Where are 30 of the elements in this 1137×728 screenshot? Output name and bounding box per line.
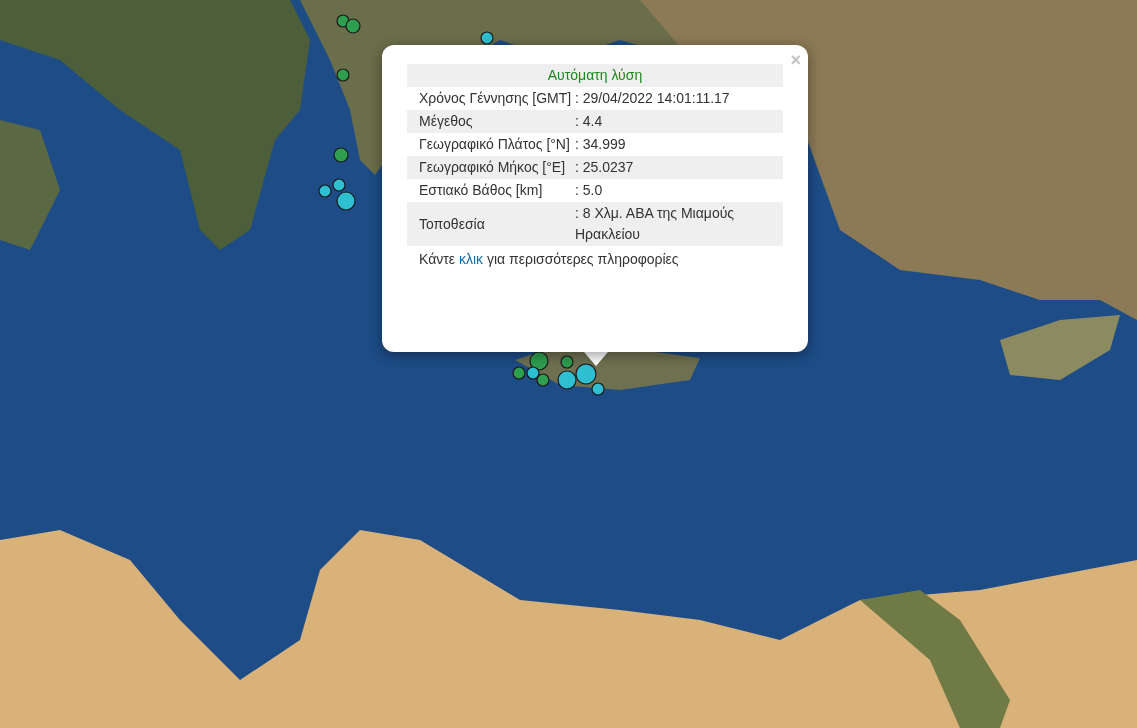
more-info-link[interactable]: κλικ bbox=[458, 251, 484, 267]
earthquake-marker[interactable] bbox=[575, 363, 597, 385]
field-label: Γεωγραφικό Πλάτος [°N] bbox=[407, 133, 575, 156]
earthquake-marker[interactable] bbox=[557, 370, 577, 390]
earthquake-marker[interactable] bbox=[560, 355, 574, 369]
earthquake-marker[interactable] bbox=[336, 191, 356, 211]
field-label: Τοποθεσία bbox=[407, 202, 575, 246]
field-label: Γεωγραφικό Μήκος [°E] bbox=[407, 156, 575, 179]
field-value: : 25.0237 bbox=[575, 156, 783, 179]
earthquake-marker[interactable] bbox=[336, 68, 350, 82]
field-value: : 34.999 bbox=[575, 133, 783, 156]
earthquake-marker[interactable] bbox=[512, 366, 526, 380]
earthquake-marker[interactable] bbox=[529, 351, 549, 371]
field-value: : 4.4 bbox=[575, 110, 783, 133]
earthquake-marker[interactable] bbox=[526, 366, 540, 380]
field-label: Χρόνος Γέννησης [GMT] bbox=[407, 87, 575, 110]
earthquake-marker[interactable] bbox=[332, 178, 346, 192]
field-value: : 5.0 bbox=[575, 179, 783, 202]
earthquake-marker[interactable] bbox=[536, 373, 550, 387]
popup-heading: Αυτόματη λύση bbox=[407, 64, 783, 87]
earthquake-marker[interactable] bbox=[480, 31, 494, 45]
field-value: : 8 Χλμ. ΑΒΑ της Μιαμούς Ηρακλείου bbox=[575, 202, 783, 246]
earthquake-marker[interactable] bbox=[333, 147, 349, 163]
earthquake-marker[interactable] bbox=[345, 18, 361, 34]
field-label: Μέγεθος bbox=[407, 110, 575, 133]
field-value: : 29/04/2022 14:01:11.17 bbox=[575, 87, 783, 110]
field-label: Εστιακό Βάθος [km] bbox=[407, 179, 575, 202]
more-info-text: Κάντε κλικ για περισσότερες πληροφορίες bbox=[419, 250, 680, 269]
earthquake-marker[interactable] bbox=[591, 382, 605, 396]
earthquake-marker[interactable] bbox=[318, 184, 332, 198]
